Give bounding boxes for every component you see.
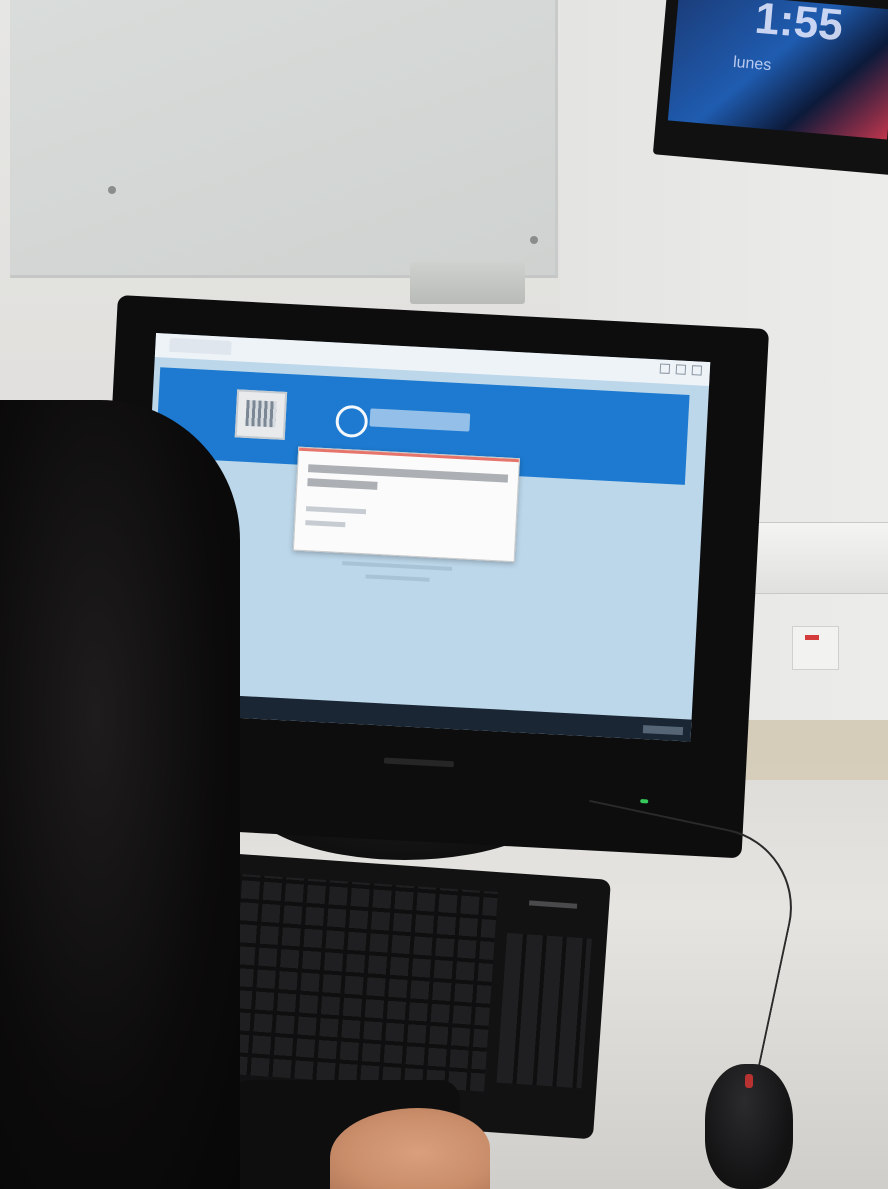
power-led bbox=[640, 799, 649, 804]
crest-logo-icon bbox=[234, 389, 288, 440]
mouse[interactable] bbox=[705, 1064, 793, 1189]
person-silhouette bbox=[0, 400, 240, 1189]
tv-clock: 1:55 bbox=[752, 0, 845, 51]
wall-tv: 1:55 lunes bbox=[652, 0, 888, 176]
window-controls bbox=[659, 363, 703, 376]
close-icon[interactable] bbox=[691, 365, 703, 376]
sticker-mark bbox=[805, 635, 819, 640]
monitor-brand bbox=[383, 757, 455, 768]
keyboard-brand bbox=[528, 900, 578, 909]
dialog-text-line bbox=[305, 506, 367, 515]
board-pin bbox=[530, 236, 538, 244]
page-text-line bbox=[342, 561, 453, 571]
whiteboard bbox=[10, 0, 558, 278]
board-pin bbox=[108, 186, 116, 194]
mouse-wheel[interactable] bbox=[745, 1074, 753, 1088]
photo-scene: 1:55 lunes bbox=[0, 0, 888, 1189]
wall-outlet bbox=[750, 522, 888, 594]
dialog-subtitle bbox=[307, 478, 378, 490]
dialog-link[interactable] bbox=[305, 520, 346, 528]
crest-detail bbox=[245, 399, 277, 428]
tv-screen: 1:55 lunes bbox=[667, 0, 888, 140]
institution-logo-wordmark bbox=[369, 408, 471, 432]
institution-logo-icon bbox=[334, 404, 369, 439]
wall-sticker bbox=[792, 626, 839, 670]
keyboard-numpad[interactable] bbox=[496, 932, 592, 1089]
page-text-line bbox=[365, 574, 430, 582]
system-tray bbox=[642, 725, 684, 736]
tv-date: lunes bbox=[732, 53, 772, 75]
browser-tab[interactable] bbox=[169, 337, 232, 355]
dialog-box bbox=[292, 446, 521, 563]
whiteboard-bracket bbox=[410, 262, 525, 304]
minimize-icon[interactable] bbox=[659, 363, 671, 374]
maximize-icon[interactable] bbox=[675, 364, 687, 375]
